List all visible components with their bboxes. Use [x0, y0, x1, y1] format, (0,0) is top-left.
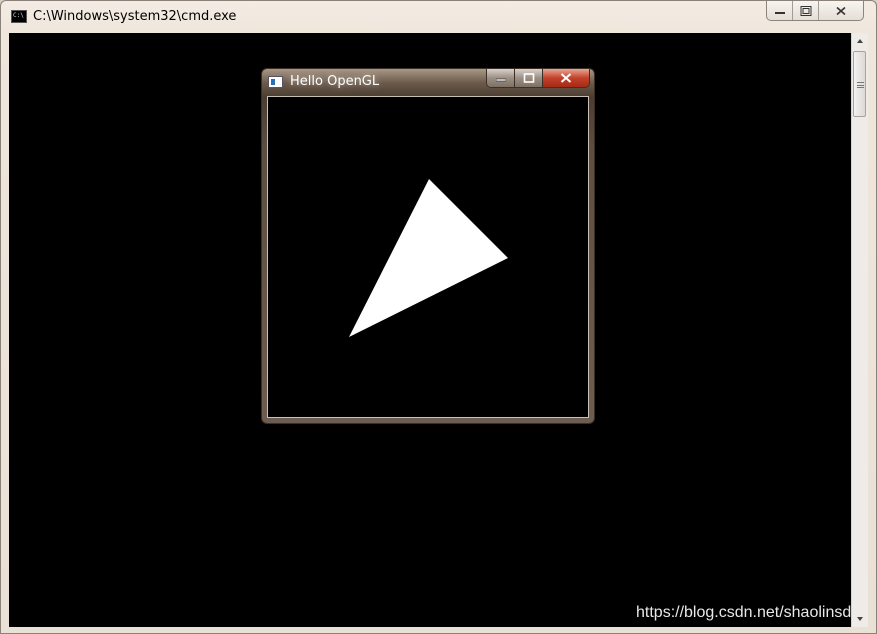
rendered-triangle: [349, 179, 508, 337]
close-icon: [560, 73, 572, 83]
scrollbar-thumb[interactable]: [853, 51, 866, 117]
minimize-icon: [495, 78, 506, 82]
cmd-icon[interactable]: [11, 10, 27, 23]
grip-icon: [857, 82, 864, 88]
render-surface: [349, 179, 508, 337]
cmd-minimize-button[interactable]: [767, 1, 793, 20]
opengl-window: Hello OpenGL: [261, 68, 595, 424]
opengl-window-title: Hello OpenGL: [290, 74, 380, 89]
close-icon: [836, 6, 846, 15]
watermark-text: https://blog.csdn.net/shaolinsd: [636, 604, 852, 621]
cmd-caption-buttons: [766, 1, 864, 21]
cmd-maximize-button[interactable]: [793, 1, 819, 20]
cmd-close-button[interactable]: [819, 1, 863, 20]
vertical-scrollbar[interactable]: [851, 33, 868, 627]
opengl-caption-buttons: [486, 69, 590, 88]
opengl-maximize-button[interactable]: [515, 69, 543, 87]
scroll-down-button[interactable]: [852, 611, 868, 627]
cmd-window-title: C:\Windows\system32\cmd.exe: [33, 9, 237, 24]
maximize-icon: [523, 73, 534, 83]
opengl-minimize-button[interactable]: [487, 69, 515, 87]
opengl-titlebar[interactable]: Hello OpenGL: [262, 69, 594, 95]
cmd-titlebar[interactable]: C:\Windows\system32\cmd.exe: [1, 1, 877, 33]
minimize-icon: [774, 11, 785, 14]
opengl-app-icon[interactable]: [268, 76, 283, 88]
arrow-down-icon: [857, 617, 863, 621]
restore-icon: [800, 5, 811, 16]
scroll-up-button[interactable]: [852, 33, 868, 49]
arrow-up-icon: [857, 39, 863, 43]
opengl-close-button[interactable]: [543, 69, 589, 87]
opengl-render-canvas[interactable]: [267, 96, 589, 418]
